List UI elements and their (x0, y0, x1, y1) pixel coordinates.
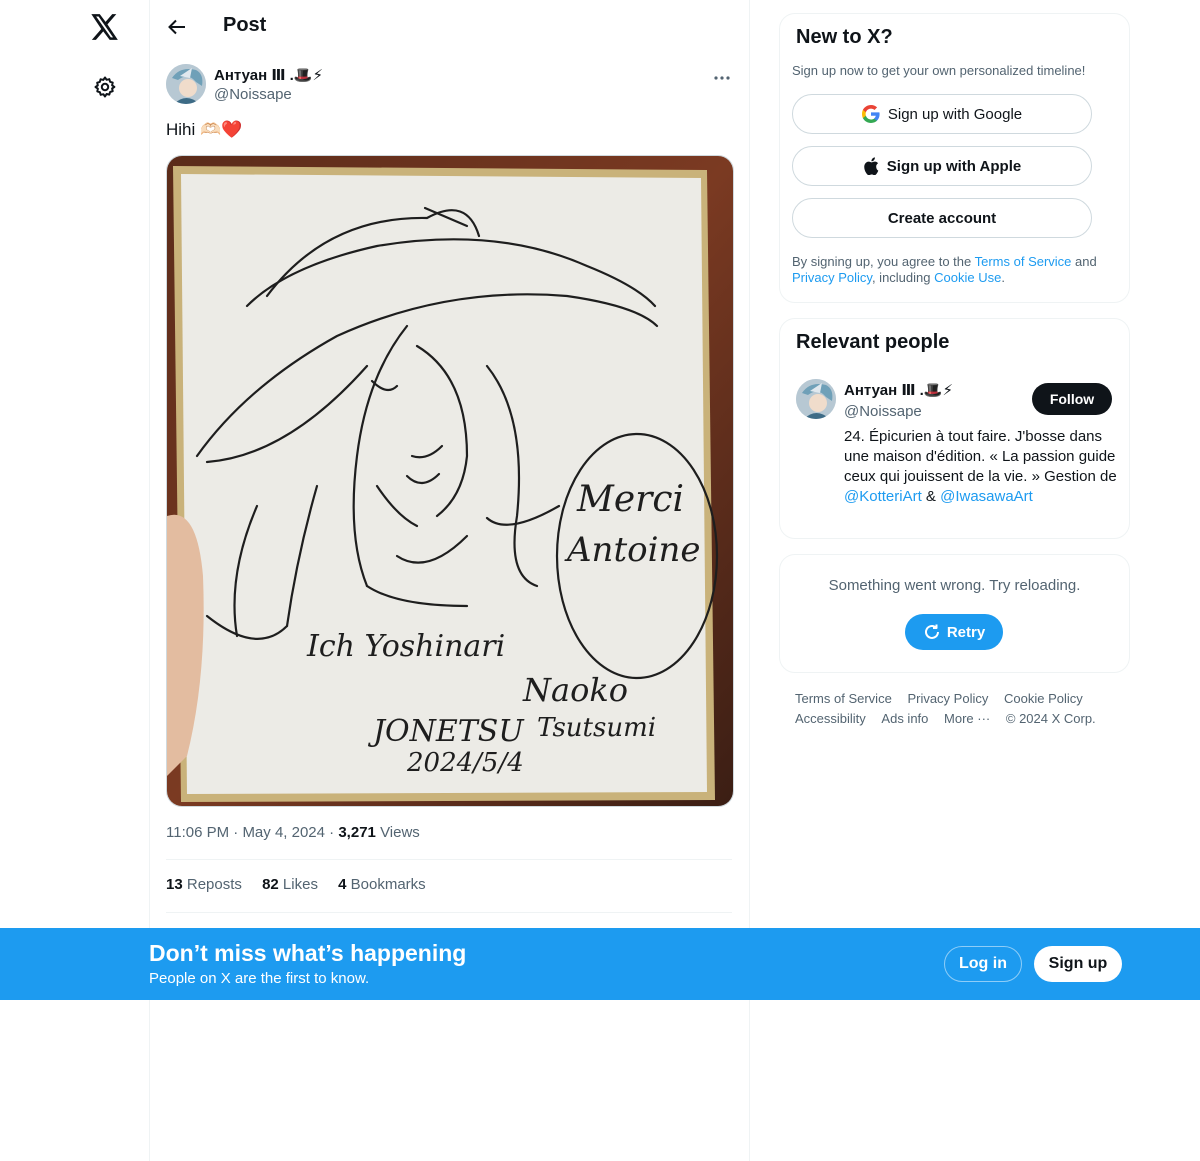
legal-text-part: and (1071, 254, 1097, 269)
footer-link[interactable]: Privacy Policy (907, 689, 988, 709)
error-message: Something went wrong. Try reloading. (828, 577, 1081, 594)
footer-link-more[interactable]: More ··· (944, 709, 990, 729)
follow-button[interactable]: Follow (1032, 383, 1112, 415)
likes-stat[interactable]: 82 Likes (262, 876, 318, 893)
terms-link[interactable]: Terms of Service (975, 254, 1072, 269)
legal-text-part: , including (871, 270, 935, 285)
bookmarks-count: 4 (338, 876, 347, 893)
bookmarks-label: Bookmarks (350, 876, 426, 893)
reposts-count: 13 (166, 876, 183, 893)
signup-subtitle: Sign up now to get your own personalized… (792, 63, 1086, 78)
refresh-icon (923, 623, 941, 641)
google-signup-button[interactable]: Sign up with Google (792, 94, 1092, 134)
views-label: Views (380, 824, 420, 841)
signup-button[interactable]: Sign up (1034, 946, 1122, 982)
retry-button[interactable]: Retry (905, 614, 1003, 650)
post-date[interactable]: May 4, 2024 (242, 824, 325, 841)
sketch-text-jonetsu: JONETSU (367, 714, 525, 749)
signup-title: New to X? (796, 26, 893, 48)
sketch-text-signature: Ich Yoshinari (306, 629, 505, 664)
sketch-text-date: 2024/5/4 (406, 748, 524, 778)
person-name[interactable]: Антуан Ⅲ .🎩⚡ (844, 381, 953, 399)
post-header: Post (150, 0, 749, 53)
retry-label: Retry (946, 623, 986, 641)
footer-link[interactable]: Cookie Policy (1004, 689, 1083, 709)
post-author: Антуан Ⅲ .🎩⚡ @Noissape (166, 64, 736, 108)
bio-text: & (921, 488, 941, 505)
post-meta: 11:06 PM · May 4, 2024 · 3,271 Views (166, 824, 420, 841)
legal-text: By signing up, you agree to the Terms of… (792, 254, 1122, 286)
error-card: Something went wrong. Try reloading. Ret… (779, 554, 1130, 673)
person-handle[interactable]: @Noissape (844, 403, 922, 420)
google-signup-label: Sign up with Google (887, 105, 1023, 123)
apple-icon (863, 157, 879, 175)
signup-banner: Don’t miss what’s happening People on X … (0, 928, 1200, 1000)
legal-text-part: . (1001, 270, 1005, 285)
reposts-label: Reposts (186, 876, 242, 893)
likes-count: 82 (262, 876, 279, 893)
likes-label: Likes (282, 876, 318, 893)
arrow-left-icon[interactable] (164, 14, 190, 40)
person-bio: 24. Épicurien à tout faire. J'bosse dans… (844, 427, 1119, 507)
sketch-text-merci: Merci (576, 479, 684, 520)
copyright: © 2024 X Corp. (1005, 711, 1096, 726)
views-count: 3,271 (338, 824, 376, 841)
shikishi-sketch-image: Merci Antoine Ich Yoshinari Naoko Tsutsu… (167, 156, 733, 806)
bio-mention-link[interactable]: @KotteriArt (844, 488, 922, 505)
ellipsis-icon[interactable] (708, 68, 736, 88)
post-text: Hihi 🫶🏻❤️ (166, 120, 243, 139)
author-name[interactable]: Антуан Ⅲ .🎩⚡ (214, 66, 323, 84)
reposts-stat[interactable]: 13 Reposts (166, 876, 242, 893)
apple-signup-label: Sign up with Apple (886, 157, 1022, 175)
login-button[interactable]: Log in (944, 946, 1022, 982)
author-handle[interactable]: @Noissape (214, 86, 292, 103)
footer-link[interactable]: Ads info (881, 709, 928, 729)
gear-icon[interactable] (89, 71, 121, 103)
banner-title: Don’t miss what’s happening (149, 940, 467, 966)
bio-text: 24. Épicurien à tout faire. J'bosse dans… (844, 428, 1117, 485)
bookmarks-stat[interactable]: 4 Bookmarks (338, 876, 426, 893)
x-logo-icon[interactable] (88, 10, 122, 44)
apple-signup-button[interactable]: Sign up with Apple (792, 146, 1092, 186)
signup-card: New to X? Sign up now to get your own pe… (779, 13, 1130, 303)
banner-subtitle: People on X are the first to know. (149, 970, 370, 987)
sketch-text-antoine: Antoine (564, 530, 700, 570)
relevant-people-card: Relevant people Антуан Ⅲ .🎩⚡ @Noissape F… (779, 318, 1130, 539)
bio-mention-link[interactable]: @IwasawaArt (940, 488, 1033, 505)
relevant-people-title: Relevant people (796, 331, 950, 353)
create-account-button[interactable]: Create account (792, 198, 1092, 238)
footer-link[interactable]: Terms of Service (795, 689, 892, 709)
meta-separator: · (329, 824, 339, 841)
sketch-text-naoko: Naoko (522, 671, 628, 709)
footer-link[interactable]: Accessibility (795, 709, 866, 729)
avatar[interactable] (796, 379, 836, 419)
sketch-text-tsutsumi: Tsutsumi (537, 713, 656, 743)
legal-text-part: By signing up, you agree to the (792, 254, 975, 269)
privacy-link[interactable]: Privacy Policy (792, 270, 872, 285)
cookie-link[interactable]: Cookie Use (934, 270, 1001, 285)
divider (166, 859, 732, 860)
google-icon (861, 105, 880, 123)
avatar[interactable] (166, 64, 206, 104)
post-time[interactable]: 11:06 PM (166, 824, 229, 841)
page-title: Post (223, 14, 267, 36)
divider (166, 912, 732, 913)
post-stats: 13 Reposts 82 Likes 4 Bookmarks (166, 876, 442, 893)
post-image[interactable]: Merci Antoine Ich Yoshinari Naoko Tsutsu… (166, 155, 734, 807)
footer-links: Terms of Service Privacy Policy Cookie P… (795, 689, 1115, 729)
